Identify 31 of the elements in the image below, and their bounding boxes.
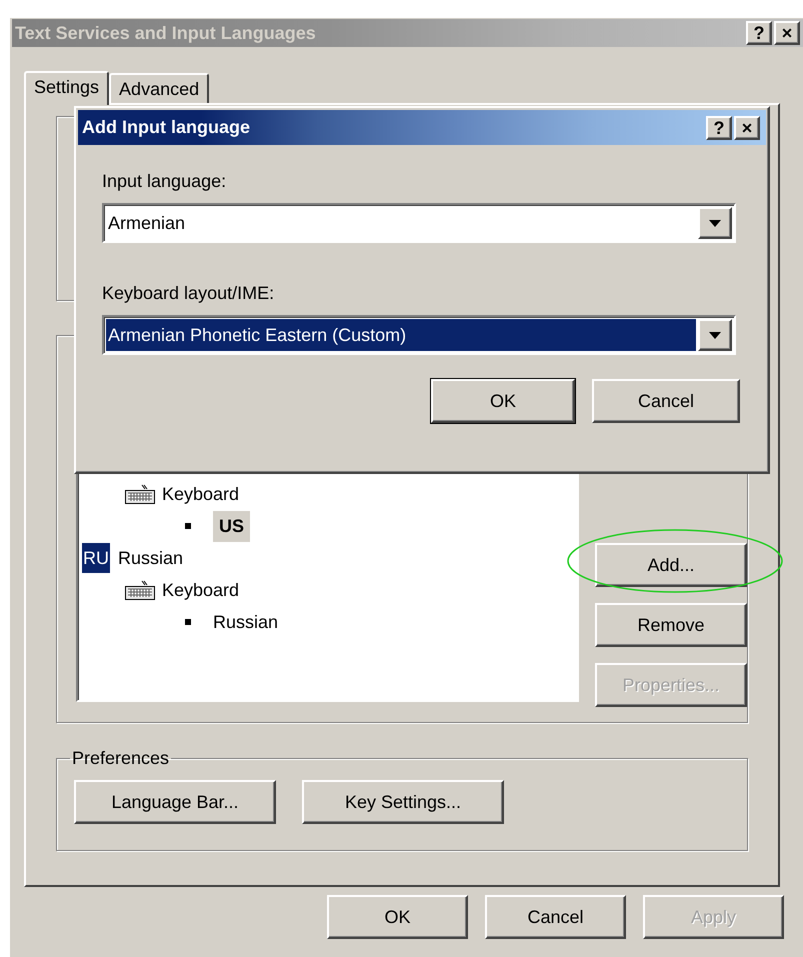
button[interactable]: OK — [327, 895, 468, 939]
dropdown[interactable]: Armenian Phonetic Eastern (Custom) — [102, 315, 736, 355]
keyboard-icon — [124, 483, 156, 505]
tree-item[interactable]: US — [213, 510, 250, 542]
close-button[interactable]: × — [734, 116, 760, 140]
button[interactable]: Remove — [595, 603, 747, 647]
tree-item[interactable]: Keyboard — [162, 480, 240, 508]
help-button[interactable]: ? — [706, 116, 732, 140]
field-label: Keyboard layout/IME: — [102, 282, 276, 305]
button[interactable]: Key Settings... — [302, 780, 504, 824]
tree-item[interactable]: Keyboard — [162, 576, 240, 604]
window-title: Add Input language — [82, 116, 250, 139]
window-title: Text Services and Input Languages — [15, 22, 316, 45]
group-title: Preferences — [71, 747, 170, 770]
language-badge: RU — [82, 543, 110, 573]
button[interactable]: Cancel — [592, 379, 740, 423]
button[interactable]: Add... — [595, 543, 747, 587]
button[interactable]: OK — [431, 379, 575, 423]
keyboard-icon — [124, 579, 156, 601]
tree-item[interactable]: Russian — [213, 608, 278, 636]
help-button[interactable]: ? — [746, 21, 772, 45]
bullet-icon — [185, 523, 191, 529]
button[interactable]: Language Bar... — [74, 780, 276, 824]
tab[interactable]: Advanced — [109, 73, 210, 103]
close-button[interactable]: × — [774, 21, 800, 45]
dropdown[interactable]: Armenian — [102, 203, 736, 243]
tree-item[interactable]: Russian — [118, 544, 184, 572]
field-label: Input language: — [102, 170, 228, 193]
tab[interactable]: Settings — [24, 71, 110, 105]
button[interactable]: Cancel — [485, 895, 626, 939]
bullet-icon — [185, 619, 191, 625]
